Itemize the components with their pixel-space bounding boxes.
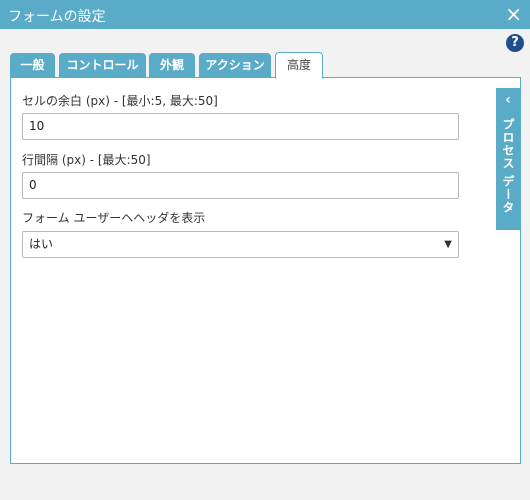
show-header-value: はい	[29, 237, 54, 251]
cell-padding-label: セルの余白 (px) - [最小:5, 最大:50]	[22, 94, 218, 108]
dropdown-arrow-icon: ▼	[444, 239, 452, 250]
cell-padding-input[interactable]: 10	[22, 113, 459, 140]
show-header-select[interactable]: はい ▼	[22, 231, 459, 258]
tab-appearance[interactable]: 外観	[149, 53, 195, 78]
help-icon[interactable]: ?	[506, 34, 524, 52]
process-data-side-tab[interactable]: ‹ プロセス データ	[496, 88, 520, 230]
tab-actions[interactable]: アクション	[199, 53, 271, 78]
show-header-label: フォーム ユーザーヘヘッダを表示	[22, 211, 206, 225]
window-titlebar: フォームの設定 ×	[0, 0, 530, 29]
tab-general[interactable]: 一般	[10, 53, 55, 78]
tab-advanced[interactable]: 高度	[275, 52, 323, 79]
window-title: フォームの設定	[8, 9, 106, 25]
settings-panel: セルの余白 (px) - [最小:5, 最大:50] 10 行間隔 (px) -…	[10, 77, 521, 464]
line-spacing-input[interactable]: 0	[22, 172, 459, 199]
process-data-label: プロセス データ	[501, 118, 515, 215]
tab-controls[interactable]: コントロール	[59, 53, 146, 78]
line-spacing-label: 行間隔 (px) - [最大:50]	[22, 153, 151, 167]
close-icon[interactable]: ×	[505, 2, 522, 26]
chevron-left-icon: ‹	[505, 92, 511, 108]
